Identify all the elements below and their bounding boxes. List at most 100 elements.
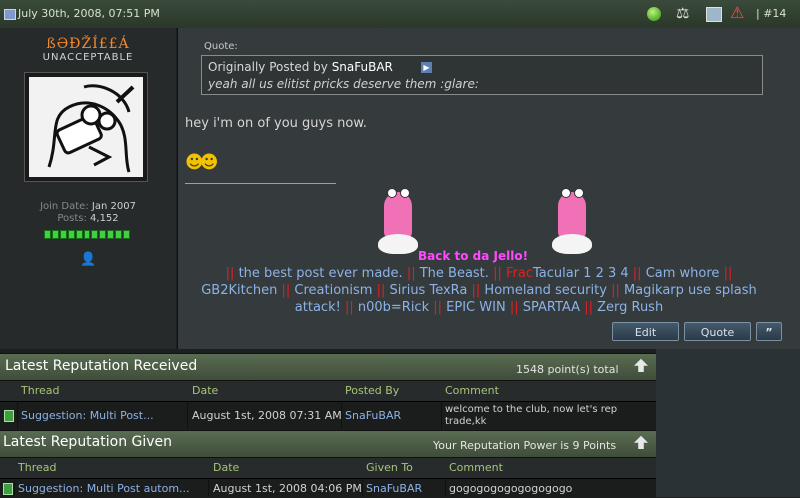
sig-separator: ||	[493, 266, 502, 281]
col-thread[interactable]: Thread	[21, 384, 59, 397]
sig-separator: ||	[723, 266, 733, 281]
sig-link-text: Tacular 1 2 3 4	[532, 266, 629, 281]
sig-separator: ||	[611, 283, 620, 298]
page-background	[656, 349, 800, 497]
rep-received-title: Latest Reputation Received	[5, 358, 198, 374]
rep-comment: gogogogogogogogogo	[449, 482, 573, 495]
rep-given-to-link[interactable]: SnaFuBAR	[366, 482, 422, 495]
username[interactable]: ßӘÐŽÍ££Á	[0, 36, 176, 52]
cell-divider	[14, 478, 15, 497]
view-post-icon[interactable]: ▶	[421, 62, 432, 73]
avatar[interactable]	[24, 72, 148, 182]
col-thread[interactable]: Thread	[18, 461, 56, 474]
reputation-pip	[115, 230, 123, 239]
edit-button[interactable]: Edit	[612, 322, 679, 341]
sig-separator: ||	[376, 283, 386, 298]
rep-posted-by-link[interactable]: SnaFuBAR	[345, 409, 401, 422]
sig-link[interactable]: FracTacular 1 2 3 4	[506, 266, 629, 281]
rep-comment-line2: trade,kk	[445, 416, 487, 427]
jello-slug-image	[552, 188, 592, 260]
join-date-label: Join Date:	[40, 201, 89, 212]
quote-prefix: Originally Posted by	[208, 60, 328, 74]
avatar-drawing	[29, 77, 143, 177]
reputation-pip	[67, 230, 75, 239]
sig-separator: ||	[344, 300, 354, 315]
sig-link[interactable]: Creationism	[294, 283, 372, 298]
signature-jello-text: Back to da Jello!	[418, 249, 529, 263]
sig-link[interactable]: Zerg Rush	[597, 300, 663, 315]
quote-button[interactable]: Quote	[684, 322, 751, 341]
cell-divider	[187, 401, 188, 429]
col-date[interactable]: Date	[192, 384, 218, 397]
sig-separator: ||	[632, 266, 642, 281]
reputation-pip	[83, 230, 91, 239]
sig-link[interactable]: Sirius TexRa	[390, 283, 468, 298]
quote-author: SnaFuBAR	[331, 60, 393, 74]
sig-link[interactable]: GB2Kitchen	[201, 283, 277, 298]
warn-icon[interactable]: ⚠	[730, 3, 744, 22]
sig-separator: ||	[433, 300, 443, 315]
col-comment[interactable]: Comment	[449, 461, 503, 474]
post-count-label: Posts:	[57, 213, 87, 224]
user-title: UNACCEPTABLE	[42, 52, 134, 63]
sig-separator: ||	[584, 300, 593, 315]
jello-slug-image	[378, 188, 418, 260]
rep-given-power: Your Reputation Power is 9 Points	[433, 439, 617, 452]
sig-link[interactable]: SPARTAA	[523, 300, 580, 315]
reputation-pip	[123, 230, 130, 239]
rep-comment-line1: welcome to the club, now let's rep	[445, 404, 618, 415]
reputation-bar	[44, 230, 130, 239]
col-comment[interactable]: Comment	[445, 384, 499, 397]
sig-link[interactable]: the best post ever made.	[239, 266, 403, 281]
rep-received-columns	[0, 380, 656, 401]
sig-link[interactable]: The Beast.	[420, 266, 489, 281]
sig-link[interactable]: Cam whore	[646, 266, 720, 281]
sig-separator: ||	[471, 283, 481, 298]
rep-date: August 1st, 2008 04:06 PM	[213, 482, 362, 495]
post-number-link[interactable]: #14	[763, 7, 786, 20]
rep-given-title: Latest Reputation Given	[3, 434, 173, 450]
post-number[interactable]: | #14	[756, 7, 786, 20]
user-profile-icon[interactable]: 👤	[80, 252, 96, 267]
quote-author-line: Originally Posted by SnaFuBAR	[208, 60, 393, 74]
quote-text: yeah all us elitist pricks deserve them …	[208, 77, 479, 91]
sig-link[interactable]: Homeland security	[484, 283, 607, 298]
post-count: Posts: 4,152	[0, 213, 176, 224]
sig-link[interactable]: EPIC WIN	[446, 300, 506, 315]
signature-divider	[185, 183, 336, 184]
reputation-pip	[75, 230, 83, 239]
reputation-pip	[107, 230, 115, 239]
rep-received-total: 1548 point(s) total	[516, 363, 619, 376]
cell-divider	[208, 478, 209, 497]
cell-divider	[17, 401, 18, 429]
sig-separator: ||	[281, 283, 291, 298]
reputation-icon	[3, 483, 13, 495]
quote-label: Quote:	[204, 41, 238, 52]
post-date: July 30th, 2008, 07:51 PM	[18, 7, 160, 20]
sig-separator: ||	[406, 266, 416, 281]
sig-separator: ||	[225, 266, 235, 281]
cell-divider	[441, 401, 442, 429]
post-date-icon	[4, 9, 16, 20]
cell-divider	[362, 478, 363, 497]
col-given-to[interactable]: Given To	[366, 461, 413, 474]
rep-thread-link[interactable]: Suggestion: Multi Post autom...	[18, 482, 190, 495]
header-separator: |	[756, 7, 760, 20]
reputation-pip	[51, 230, 59, 239]
ip-computer-icon[interactable]	[706, 7, 722, 22]
rep-date: August 1st, 2008 07:31 AM	[192, 409, 342, 422]
post-message: hey i'm on of you guys now.	[185, 116, 367, 131]
post-count-value: 4,152	[90, 213, 119, 224]
signature-links: || the best post ever made. || The Beast…	[178, 265, 780, 316]
reputation-pip	[44, 230, 51, 239]
join-date-value: Jan 2007	[91, 201, 136, 212]
multiquote-button[interactable]: ”	[756, 322, 782, 341]
sig-separator: ||	[509, 300, 519, 315]
sig-link[interactable]: n00b=Rick	[358, 300, 429, 315]
online-status-icon	[647, 7, 661, 21]
sig-frac-prefix: Frac	[505, 266, 533, 281]
rep-thread-link[interactable]: Suggestion: Multi Post...	[21, 409, 154, 422]
col-date[interactable]: Date	[213, 461, 239, 474]
col-posted-by[interactable]: Posted By	[345, 384, 399, 397]
report-scales-icon[interactable]: ⚖	[676, 4, 689, 22]
